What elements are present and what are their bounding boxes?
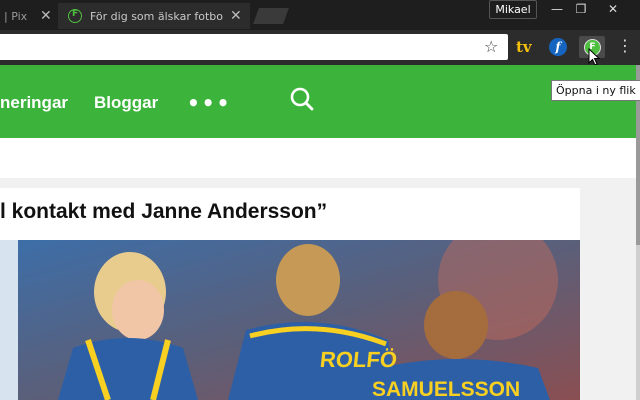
nav-more-icon[interactable]: •••: [187, 91, 231, 115]
bookmark-star-icon[interactable]: ☆: [484, 37, 498, 56]
restore-button[interactable]: ❐: [566, 0, 596, 18]
jersey-name-rolfo: ROLFÖ: [318, 347, 399, 372]
tooltip: Öppna i ny flik: [551, 80, 640, 101]
extension-f-icon[interactable]: f: [549, 38, 567, 56]
tab-active[interactable]: F För dig som älskar fotboll ✕: [58, 3, 250, 29]
profile-button[interactable]: Mikael: [489, 0, 537, 19]
article-photo[interactable]: ROLFÖ SAMUELSSON: [18, 240, 580, 400]
extension-tv-icon[interactable]: tv: [516, 38, 532, 56]
tab-previous[interactable]: | Pix ✕: [0, 3, 60, 29]
new-tab-button[interactable]: [253, 8, 289, 24]
nav-item-bloggar[interactable]: Bloggar: [94, 93, 158, 113]
tab-active-close-icon[interactable]: ✕: [230, 8, 242, 24]
address-bar[interactable]: [0, 34, 508, 60]
search-icon[interactable]: [289, 86, 315, 112]
nav-item-foreningar[interactable]: neringar: [0, 93, 68, 113]
browser-menu-icon[interactable]: ⋮: [617, 36, 633, 55]
sub-navigation: [0, 138, 636, 178]
tab-previous-close-icon[interactable]: ✕: [40, 8, 52, 24]
tab-favicon-letter: F: [72, 9, 79, 19]
tab-active-title: För dig som älskar fotboll: [90, 10, 224, 23]
mouse-cursor-icon: [588, 48, 600, 66]
jersey-name-samuelsson: SAMUELSSON: [372, 378, 521, 400]
article-headline[interactable]: l kontakt med Janne Andersson”: [0, 200, 327, 224]
side-image-strip: [0, 240, 18, 400]
players-illustration: [18, 240, 580, 400]
tab-previous-title: | Pix: [4, 10, 28, 23]
close-window-button[interactable]: ✕: [598, 0, 628, 18]
